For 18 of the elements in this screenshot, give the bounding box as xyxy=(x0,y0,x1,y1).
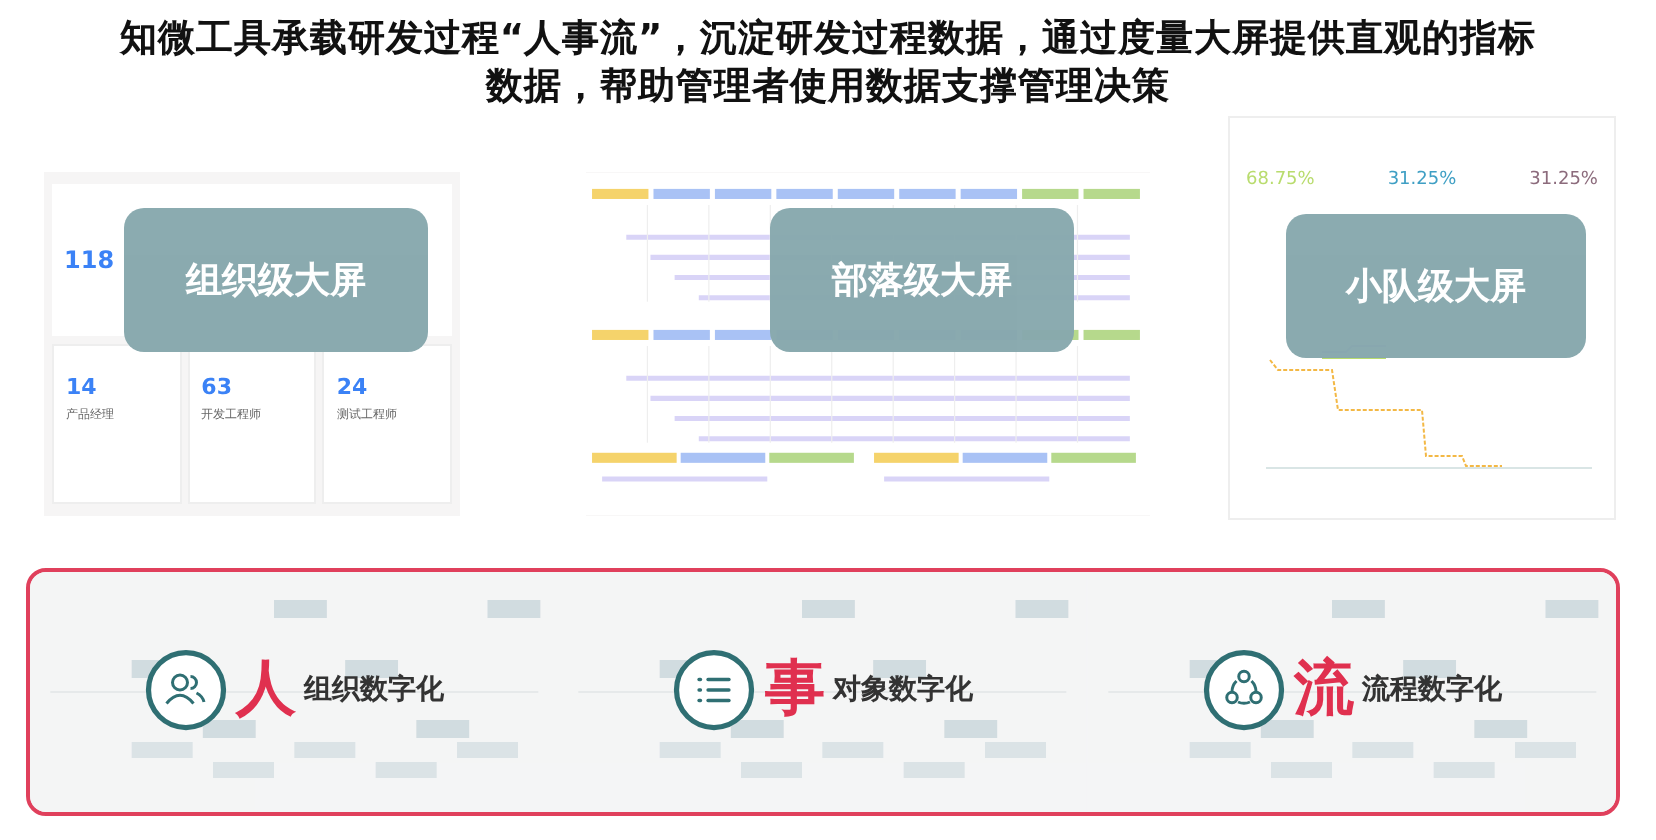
people-icon xyxy=(144,648,229,732)
overlay-label: 组织级大屏 xyxy=(124,208,428,352)
overlay-label: 小队级大屏 xyxy=(1286,214,1586,358)
percentage-value: 31.25% xyxy=(1529,170,1598,190)
slide-title: 知微工具承载研发过程“人事流”，沉淀研发过程数据，通过度量大屏提供直观的指标 xyxy=(119,16,1537,64)
percentage-value: 68.75% xyxy=(1246,170,1315,190)
total-count: 118 xyxy=(64,246,115,274)
list-icon xyxy=(672,648,757,732)
key-character: 人 xyxy=(236,660,297,720)
overlay-label: 部落级大屏 xyxy=(770,208,1074,352)
section-label: 组织数字化 xyxy=(304,672,445,708)
slide-title: 数据，帮助管理者使用数据支撑管理决策 xyxy=(486,64,1170,112)
cycle-icon xyxy=(1201,648,1286,732)
key-character: 流 xyxy=(1293,660,1354,720)
percentage-value: 31.25% xyxy=(1387,170,1457,190)
section-label: 对象数字化 xyxy=(832,672,973,708)
section-label: 流程数字化 xyxy=(1361,672,1502,708)
key-character: 事 xyxy=(764,660,825,720)
